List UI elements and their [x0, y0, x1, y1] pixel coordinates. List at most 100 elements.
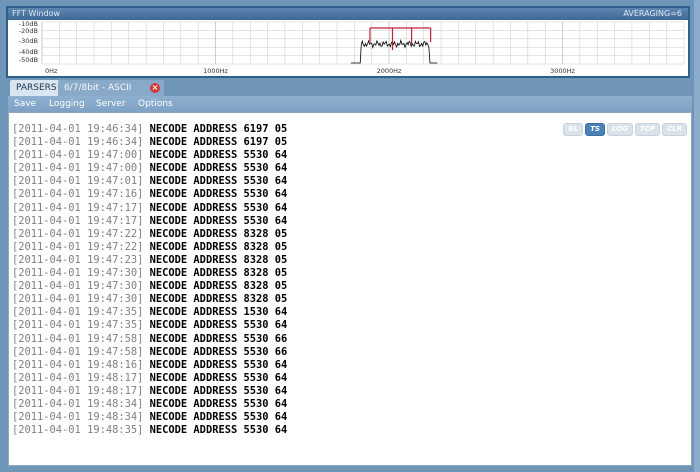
averaging-label[interactable]: AVERAGING=6 — [623, 8, 682, 20]
tab-parsers-label: PARSERS — [16, 83, 57, 93]
toggle-bl[interactable]: BL — [563, 123, 584, 136]
log-timestamp: [2011-04-01 19:48:34] — [12, 411, 144, 424]
log-line: [2011-04-01 19:47:58] NECODE ADDRESS 553… — [12, 333, 287, 346]
log-timestamp: [2011-04-01 19:47:58] — [12, 332, 144, 345]
log-message: NECODE ADDRESS 5530 64 — [149, 188, 288, 201]
fft-x-label: 1000Hz — [203, 67, 228, 75]
log-line: [2011-04-01 19:48:34] NECODE ADDRESS 553… — [12, 411, 287, 424]
log-line: [2011-04-01 19:47:30] NECODE ADDRESS 832… — [12, 280, 287, 293]
tab-ascii-label: 6/7/8bit - ASCII — [64, 83, 132, 93]
log-message: NECODE ADDRESS 5530 64 — [149, 149, 288, 162]
fft-y-label: -30dB — [19, 37, 38, 45]
log-message: NECODE ADDRESS 8328 05 — [149, 280, 288, 293]
log-timestamp: [2011-04-01 19:47:00] — [12, 162, 144, 175]
fft-y-labels: -10dB-20dB-30dB-40dB-50dB — [19, 20, 38, 64]
log-line: [2011-04-01 19:47:23] NECODE ADDRESS 832… — [12, 254, 287, 267]
log-line: [2011-04-01 19:46:34] NECODE ADDRESS 619… — [12, 136, 287, 149]
toggle-clr[interactable]: CLR — [662, 123, 687, 136]
log-timestamp: [2011-04-01 19:47:01] — [12, 175, 144, 188]
log-line: [2011-04-01 19:47:16] NECODE ADDRESS 553… — [12, 188, 287, 201]
log-line: [2011-04-01 19:48:34] NECODE ADDRESS 553… — [12, 398, 287, 411]
log-line: [2011-04-01 19:47:17] NECODE ADDRESS 553… — [12, 215, 287, 228]
log-line: [2011-04-01 19:46:34] NECODE ADDRESS 619… — [12, 123, 287, 136]
log-message: NECODE ADDRESS 5530 64 — [149, 424, 288, 437]
log-message: NECODE ADDRESS 5530 64 — [149, 162, 288, 175]
fft-spectrum-plot[interactable]: -10dB-20dB-30dB-40dB-50dB 0Hz 1000Hz 2000H… — [8, 20, 688, 76]
log-timestamp: [2011-04-01 19:48:17] — [12, 371, 144, 384]
log-message: NECODE ADDRESS 6197 05 — [149, 123, 288, 135]
log-message: NECODE ADDRESS 5530 66 — [149, 332, 288, 345]
log-timestamp: [2011-04-01 19:47:22] — [12, 240, 144, 253]
log-timestamp: [2011-04-01 19:47:00] — [12, 149, 144, 162]
menu-options[interactable]: Options — [138, 96, 173, 112]
log-panel[interactable]: BL TS LOG TCP CLR [2011-04-01 19:46:34] NECO… — [8, 112, 692, 466]
menu-save[interactable]: Save — [14, 96, 36, 112]
fft-window: FFT Window AVERAGING=6 -10dB -20dB -30dB -4… — [6, 6, 690, 78]
log-message: NECODE ADDRESS 8328 05 — [149, 227, 288, 240]
log-line: [2011-04-01 19:48:17] NECODE ADDRESS 553… — [12, 372, 287, 385]
close-icon[interactable]: × — [150, 83, 160, 93]
menu-logging[interactable]: Logging — [49, 96, 85, 112]
fft-title: FFT Window — [12, 9, 61, 18]
log-line: [2011-04-01 19:47:00] NECODE ADDRESS 553… — [12, 149, 287, 162]
log-line: [2011-04-01 19:48:17] NECODE ADDRESS 553… — [12, 385, 287, 398]
log-line: [2011-04-01 19:47:00] NECODE ADDRESS 553… — [12, 162, 287, 175]
log-line: [2011-04-01 19:47:22] NECODE ADDRESS 832… — [12, 228, 287, 241]
fft-y-label: -50dB — [19, 56, 38, 64]
log-message: NECODE ADDRESS 1530 64 — [149, 306, 288, 319]
log-message: NECODE ADDRESS 8328 05 — [149, 240, 288, 253]
log-message: NECODE ADDRESS 5530 64 — [149, 214, 288, 227]
log-timestamp: [2011-04-01 19:47:35] — [12, 319, 144, 332]
log-message: NECODE ADDRESS 5530 66 — [149, 345, 288, 358]
fft-title-bar: FFT Window AVERAGING=6 — [8, 8, 688, 20]
log-timestamp: [2011-04-01 19:48:17] — [12, 384, 144, 397]
log-message: NECODE ADDRESS 5530 64 — [149, 319, 288, 332]
log-timestamp: [2011-04-01 19:47:17] — [12, 201, 144, 214]
log-timestamp: [2011-04-01 19:47:22] — [12, 227, 144, 240]
log-timestamp: [2011-04-01 19:47:16] — [12, 188, 144, 201]
toggle-bar: BL TS LOG TCP CLR — [561, 116, 687, 136]
log-line: [2011-04-01 19:47:22] NECODE ADDRESS 832… — [12, 241, 287, 254]
menu-bar: Save Logging Server Options — [8, 96, 692, 112]
log-timestamp: [2011-04-01 19:48:35] — [12, 424, 144, 437]
log-timestamp: [2011-04-01 19:47:30] — [12, 293, 144, 306]
log-lines: [2011-04-01 19:46:34] NECODE ADDRESS 619… — [12, 123, 287, 437]
log-line: [2011-04-01 19:48:35] NECODE ADDRESS 553… — [12, 424, 287, 437]
tab-ascii[interactable]: 6/7/8bit - ASCII × — [58, 80, 164, 96]
log-timestamp: [2011-04-01 19:47:30] — [12, 280, 144, 293]
fft-x-label: 0Hz — [45, 67, 58, 75]
log-message: NECODE ADDRESS 5530 64 — [149, 384, 288, 397]
log-timestamp: [2011-04-01 19:48:16] — [12, 358, 144, 371]
fft-y-label: -20dB — [19, 27, 38, 35]
log-line: [2011-04-01 19:47:35] NECODE ADDRESS 553… — [12, 319, 287, 332]
window-edge — [694, 0, 700, 472]
log-line: [2011-04-01 19:47:30] NECODE ADDRESS 832… — [12, 267, 287, 280]
log-timestamp: [2011-04-01 19:48:34] — [12, 397, 144, 410]
fft-spectrum-trace — [350, 39, 438, 64]
toggle-tcp[interactable]: TCP — [634, 123, 660, 136]
toggle-ts[interactable]: TS — [585, 123, 606, 136]
fft-y-label: -40dB — [19, 48, 38, 56]
log-line: [2011-04-01 19:48:16] NECODE ADDRESS 553… — [12, 359, 287, 372]
log-line: [2011-04-01 19:47:17] NECODE ADDRESS 553… — [12, 202, 287, 215]
log-line: [2011-04-01 19:47:58] NECODE ADDRESS 553… — [12, 346, 287, 359]
log-timestamp: [2011-04-01 19:47:23] — [12, 253, 144, 266]
menu-server[interactable]: Server — [96, 96, 126, 112]
log-line: [2011-04-01 19:47:01] NECODE ADDRESS 553… — [12, 175, 287, 188]
fft-x-labels: 0Hz 1000Hz 2000Hz 3000Hz — [45, 67, 576, 75]
log-timestamp: [2011-04-01 19:47:17] — [12, 214, 144, 227]
log-message: NECODE ADDRESS 5530 64 — [149, 397, 288, 410]
fft-x-label: 2000Hz — [377, 67, 402, 75]
toggle-log[interactable]: LOG — [607, 123, 633, 136]
log-timestamp: [2011-04-01 19:46:34] — [12, 123, 144, 135]
log-timestamp: [2011-04-01 19:47:30] — [12, 267, 144, 280]
log-line: [2011-04-01 19:47:30] NECODE ADDRESS 832… — [12, 293, 287, 306]
fft-x-label: 3000Hz — [550, 67, 575, 75]
log-message: NECODE ADDRESS 5530 64 — [149, 371, 288, 384]
log-timestamp: [2011-04-01 19:47:58] — [12, 345, 144, 358]
log-message: NECODE ADDRESS 6197 05 — [149, 136, 288, 149]
log-line: [2011-04-01 19:47:35] NECODE ADDRESS 153… — [12, 306, 287, 319]
log-timestamp: [2011-04-01 19:46:34] — [12, 136, 144, 149]
log-message: NECODE ADDRESS 8328 05 — [149, 267, 288, 280]
log-message: NECODE ADDRESS 5530 64 — [149, 175, 288, 188]
